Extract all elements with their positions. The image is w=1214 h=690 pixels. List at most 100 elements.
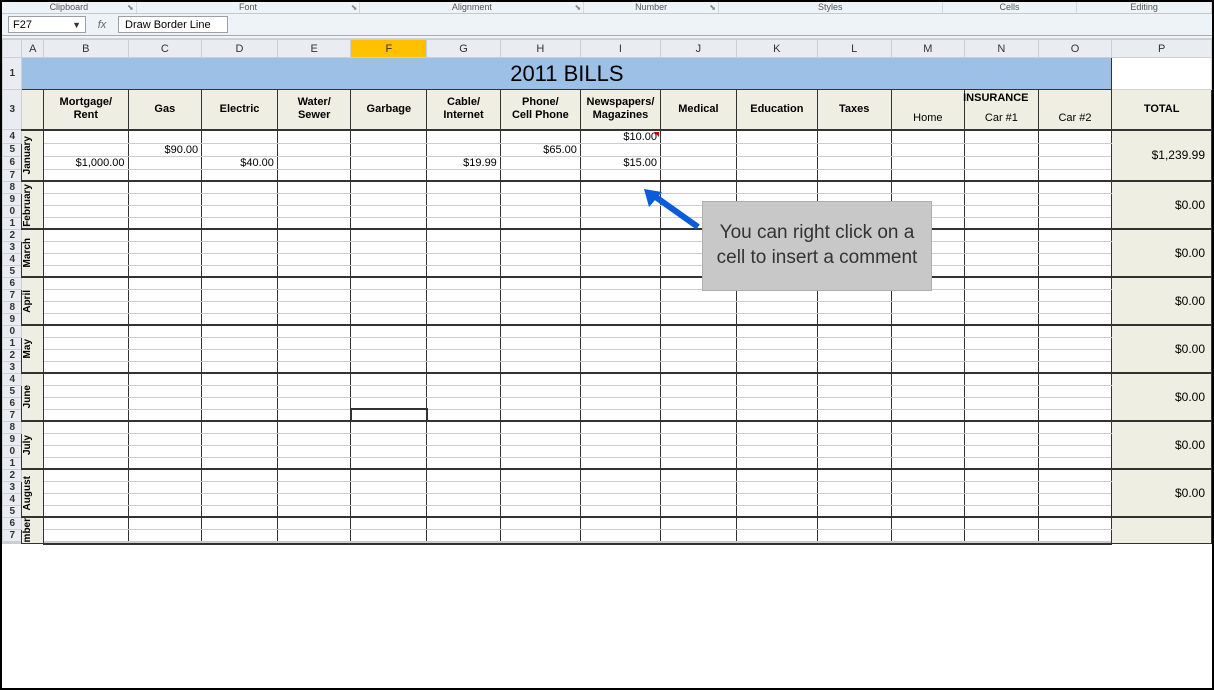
row-header[interactable]: 0 bbox=[3, 445, 22, 457]
formula-input[interactable]: Draw Border Line bbox=[118, 16, 228, 33]
header-garbage[interactable]: Garbage bbox=[351, 90, 427, 130]
row-header[interactable]: 1 bbox=[3, 58, 22, 90]
row-header[interactable]: 8 bbox=[3, 181, 22, 193]
row-header[interactable]: 9 bbox=[3, 433, 22, 445]
launcher-icon[interactable]: ⬊ bbox=[575, 3, 582, 12]
title-banner[interactable]: 2011 BILLS bbox=[22, 58, 1112, 90]
row-header[interactable]: 7 bbox=[3, 169, 22, 181]
header-gas[interactable]: Gas bbox=[128, 90, 202, 130]
col-O[interactable]: O bbox=[1038, 40, 1112, 58]
row-header[interactable] bbox=[3, 542, 22, 544]
row-header[interactable]: 3 bbox=[3, 361, 22, 373]
row-header[interactable]: 3 bbox=[3, 90, 22, 130]
header-news[interactable]: Newspapers/ Magazines bbox=[580, 90, 660, 130]
cell-gas[interactable]: $90.00 bbox=[128, 143, 202, 156]
selected-cell[interactable] bbox=[351, 409, 427, 421]
row-header[interactable]: 3 bbox=[3, 481, 22, 493]
row-header[interactable]: 1 bbox=[3, 337, 22, 349]
cell-electric[interactable]: $40.00 bbox=[202, 156, 278, 169]
col-L[interactable]: L bbox=[817, 40, 891, 58]
header-water[interactable]: Water/ Sewer bbox=[277, 90, 351, 130]
row-header[interactable]: 0 bbox=[3, 325, 22, 337]
select-all-corner[interactable] bbox=[3, 40, 22, 58]
col-C[interactable]: C bbox=[128, 40, 202, 58]
total-jan[interactable]: $1,239.99 bbox=[1112, 130, 1212, 182]
month-April[interactable]: April bbox=[22, 277, 44, 325]
col-H[interactable]: H bbox=[500, 40, 580, 58]
row-header[interactable]: 6 bbox=[3, 397, 22, 409]
header-total[interactable]: TOTAL bbox=[1112, 90, 1212, 130]
row-header[interactable]: 6 bbox=[3, 156, 22, 169]
cell-news2[interactable]: $15.00 bbox=[580, 156, 660, 169]
header-home[interactable]: INSURANCE Home bbox=[891, 90, 965, 130]
total-June[interactable]: $0.00 bbox=[1112, 373, 1212, 421]
month-February[interactable]: February bbox=[22, 181, 44, 229]
header-phone[interactable]: Phone/ Cell Phone bbox=[500, 90, 580, 130]
total-July[interactable]: $0.00 bbox=[1112, 421, 1212, 469]
row-header[interactable]: 6 bbox=[3, 277, 22, 289]
header-cable[interactable]: Cable/ Internet bbox=[427, 90, 501, 130]
row-header[interactable]: 4 bbox=[3, 493, 22, 505]
header-taxes[interactable]: Taxes bbox=[817, 90, 891, 130]
row-header[interactable]: 5 bbox=[3, 143, 22, 156]
month-March[interactable]: March bbox=[22, 229, 44, 277]
row-header[interactable]: 2 bbox=[3, 469, 22, 481]
row-header[interactable]: 4 bbox=[3, 130, 22, 144]
cell-phone[interactable]: $65.00 bbox=[500, 143, 580, 156]
total-April[interactable]: $0.00 bbox=[1112, 277, 1212, 325]
total-May[interactable]: $0.00 bbox=[1112, 325, 1212, 373]
dropdown-icon[interactable]: ▼ bbox=[72, 20, 81, 30]
row-header[interactable]: 2 bbox=[3, 349, 22, 361]
month-August[interactable]: August bbox=[22, 469, 44, 517]
col-M[interactable]: M bbox=[891, 40, 965, 58]
month-mber[interactable]: mber bbox=[22, 517, 44, 544]
spreadsheet-grid[interactable]: A B C D E F G H I J K L M N O P 1 2011 B… bbox=[2, 39, 1212, 689]
row-header[interactable]: 1 bbox=[3, 217, 22, 229]
row-header[interactable]: 7 bbox=[3, 289, 22, 301]
header-medical[interactable]: Medical bbox=[661, 90, 737, 130]
header-education[interactable]: Education bbox=[736, 90, 817, 130]
row-header[interactable]: 7 bbox=[3, 409, 22, 421]
col-A[interactable]: A bbox=[22, 40, 44, 58]
total-March[interactable]: $0.00 bbox=[1112, 229, 1212, 277]
launcher-icon[interactable]: ⬊ bbox=[351, 3, 358, 12]
row-header[interactable]: 9 bbox=[3, 193, 22, 205]
month-July[interactable]: July bbox=[22, 421, 44, 469]
row-header[interactable]: 1 bbox=[3, 457, 22, 469]
name-box[interactable]: F27 ▼ bbox=[8, 16, 86, 33]
row-header[interactable]: 0 bbox=[3, 205, 22, 217]
row-header[interactable]: 5 bbox=[3, 505, 22, 517]
col-D[interactable]: D bbox=[202, 40, 278, 58]
row-header[interactable]: 9 bbox=[3, 313, 22, 325]
row-header[interactable]: 3 bbox=[3, 241, 22, 253]
comment-marker-icon[interactable] bbox=[654, 132, 659, 137]
fx-icon[interactable]: fx bbox=[90, 19, 114, 31]
col-J[interactable]: J bbox=[661, 40, 737, 58]
month-May[interactable]: May bbox=[22, 325, 44, 373]
row-header[interactable]: 8 bbox=[3, 301, 22, 313]
row-header[interactable]: 5 bbox=[3, 385, 22, 397]
cell-news1[interactable]: $10.00 bbox=[580, 130, 660, 144]
row-header[interactable]: 6 bbox=[3, 517, 22, 529]
launcher-icon[interactable]: ⬊ bbox=[127, 3, 134, 12]
row-header[interactable]: 4 bbox=[3, 253, 22, 265]
month-january[interactable]: January bbox=[22, 130, 44, 182]
row-header[interactable]: 2 bbox=[3, 229, 22, 241]
header-mortgage[interactable]: Mortgage/ Rent bbox=[44, 90, 128, 130]
col-E[interactable]: E bbox=[277, 40, 351, 58]
launcher-icon[interactable]: ⬊ bbox=[709, 3, 716, 12]
cell-cable[interactable]: $19.99 bbox=[427, 156, 501, 169]
month-June[interactable]: June bbox=[22, 373, 44, 421]
col-F[interactable]: F bbox=[351, 40, 427, 58]
row-header[interactable]: 4 bbox=[3, 373, 22, 385]
col-N[interactable]: N bbox=[965, 40, 1039, 58]
column-headers[interactable]: A B C D E F G H I J K L M N O P bbox=[3, 40, 1212, 58]
total-February[interactable]: $0.00 bbox=[1112, 181, 1212, 229]
row-header[interactable]: 7 bbox=[3, 529, 22, 541]
row-header[interactable]: 5 bbox=[3, 265, 22, 277]
col-P[interactable]: P bbox=[1112, 40, 1212, 58]
header-electric[interactable]: Electric bbox=[202, 90, 278, 130]
col-K[interactable]: K bbox=[736, 40, 817, 58]
cell-mortgage[interactable]: $1,000.00 bbox=[44, 156, 128, 169]
total-August[interactable]: $0.00 bbox=[1112, 469, 1212, 517]
